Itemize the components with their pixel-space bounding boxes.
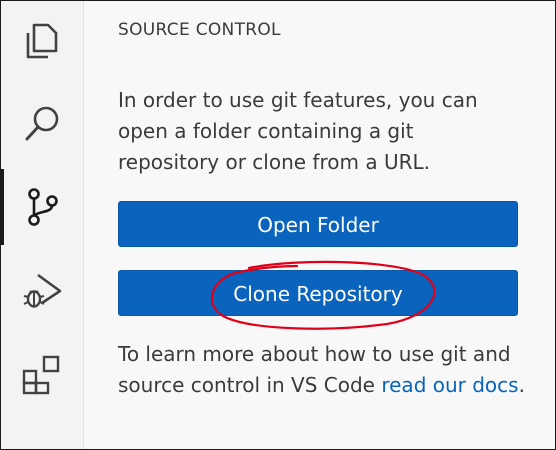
learn-more-text: To learn more about how to use git and s… [118, 339, 528, 401]
run-debug-button[interactable] [1, 253, 83, 329]
read-our-docs-link[interactable]: read our docs [381, 373, 518, 397]
explorer-button[interactable] [1, 3, 83, 79]
source-control-icon [28, 188, 58, 226]
search-button[interactable] [1, 85, 83, 161]
run-debug-icon [23, 273, 62, 308]
source-control-sidebar: SOURCE CONTROL In order to use git featu… [84, 1, 555, 449]
extensions-button[interactable] [1, 337, 83, 413]
search-icon [25, 106, 59, 141]
open-folder-button[interactable]: Open Folder [118, 201, 518, 247]
activity-bar [1, 1, 84, 449]
vscode-window: SOURCE CONTROL In order to use git featu… [0, 0, 556, 450]
files-icon [26, 23, 58, 59]
welcome-message: In order to use git features, you can op… [118, 88, 478, 174]
extensions-icon [22, 355, 60, 395]
learn-more-suffix: . [518, 373, 525, 397]
clone-repository-button[interactable]: Clone Repository [118, 270, 518, 316]
source-control-button[interactable] [1, 169, 83, 245]
view-title: SOURCE CONTROL [118, 20, 281, 40]
